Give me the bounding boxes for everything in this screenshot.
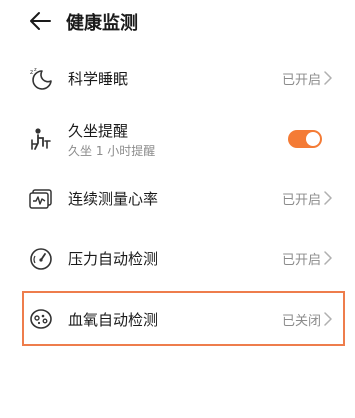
setting-status: 已开启	[281, 73, 321, 88]
chevron-right-icon	[324, 251, 332, 265]
setting-sublabel: 久坐 1 小时提醒	[68, 144, 156, 158]
setting-row-sleep[interactable]: z z 科学睡眠 已开启	[0, 48, 355, 108]
chevron-right-icon	[324, 71, 332, 85]
setting-label: 连续测量心率	[68, 190, 159, 208]
setting-label: 压力自动检测	[68, 250, 159, 268]
svg-text:z: z	[30, 69, 33, 76]
setting-row-heart-rate[interactable]: 连续测量心率 已开启	[0, 168, 355, 228]
toggle-knob	[306, 132, 320, 146]
sleep-moon-icon: z z	[30, 67, 52, 90]
pressure-gauge-icon	[30, 248, 52, 270]
setting-status: 已开启	[281, 253, 321, 268]
setting-label: 久坐提醒	[68, 122, 129, 140]
sedentary-icon	[31, 128, 51, 150]
setting-label: 科学睡眠	[68, 70, 129, 88]
header: 健康监测	[0, 0, 355, 44]
setting-status: 已开启	[281, 193, 321, 208]
highlight-box	[22, 291, 345, 346]
sedentary-toggle[interactable]	[288, 130, 322, 148]
page-title: 健康监测	[66, 13, 138, 34]
heart-rate-icon	[29, 189, 52, 209]
chevron-right-icon	[324, 191, 332, 205]
back-arrow-icon[interactable]	[28, 10, 52, 32]
svg-text:z: z	[34, 67, 37, 73]
setting-row-pressure[interactable]: 压力自动检测 已开启	[0, 228, 355, 288]
